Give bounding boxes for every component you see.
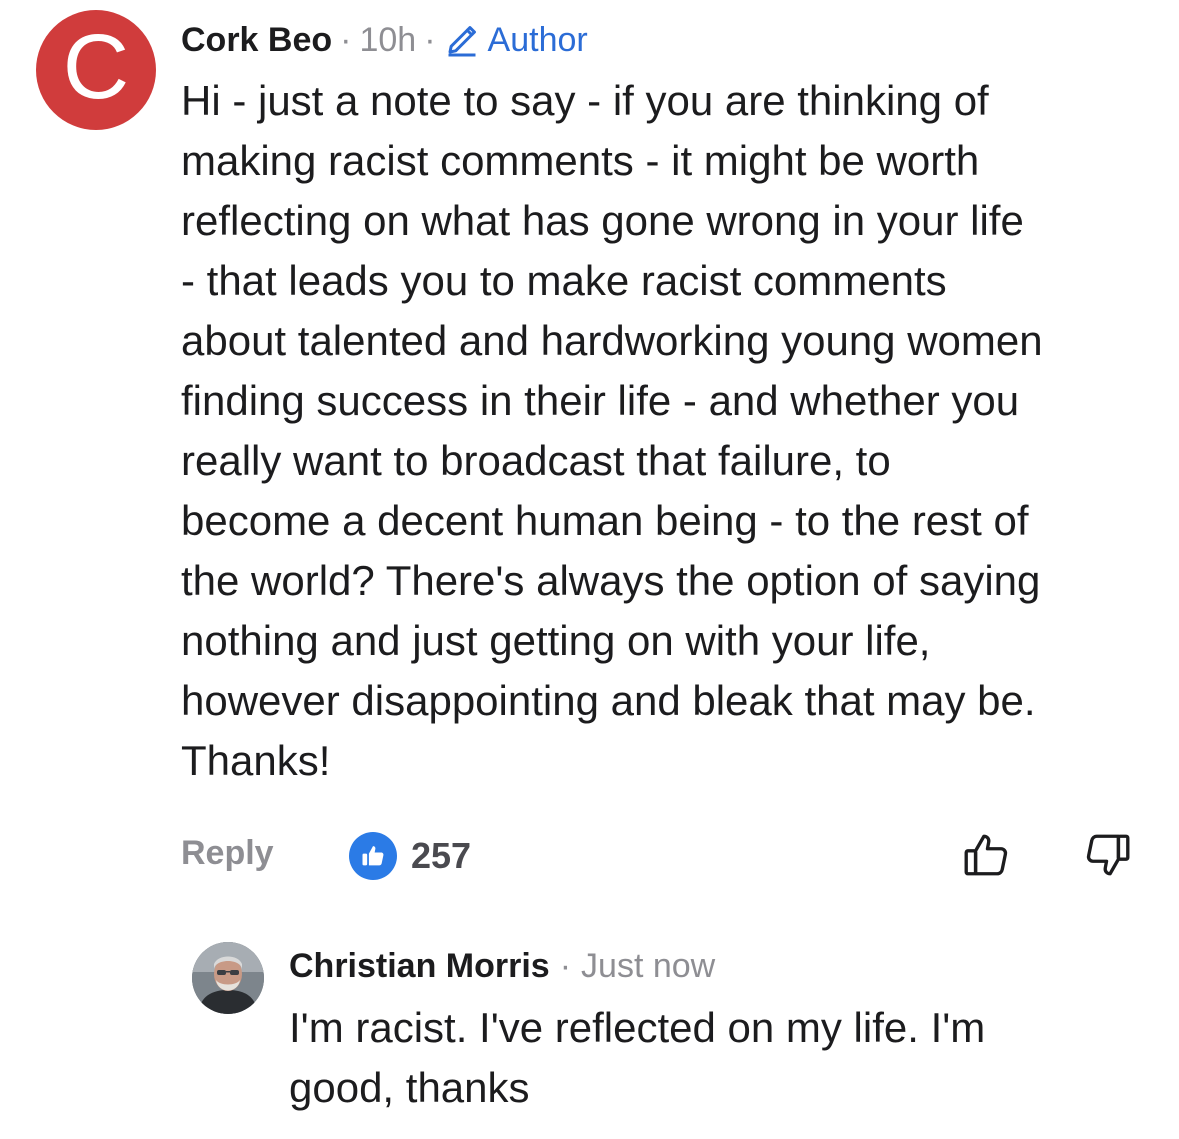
reply-header: Christian Morris · Just now xyxy=(289,944,715,988)
avatar-letter: C xyxy=(62,16,130,118)
avatar[interactable] xyxy=(192,942,264,1014)
comment-body-line: making racist comments - it might be wor… xyxy=(181,137,980,184)
like-badge xyxy=(349,832,397,880)
author-badge: Author xyxy=(444,21,588,60)
reply-body: I'm racist. I've reflected on my life. I… xyxy=(289,998,1149,1118)
comment-body-line: - that leads you to make racist comments xyxy=(181,257,947,304)
pencil-icon xyxy=(448,26,476,57)
comment-author-name[interactable]: Cork Beo xyxy=(181,21,332,60)
comment-body-line: reflecting on what has gone wrong in you… xyxy=(181,197,1024,244)
like-button[interactable] xyxy=(961,830,1011,885)
reply-body-line: I'm racist. I've reflected on my life. I… xyxy=(289,1004,986,1051)
reply-button[interactable]: Reply xyxy=(181,834,274,873)
like-summary[interactable]: 257 xyxy=(349,832,471,880)
meta-separator: · xyxy=(424,20,436,59)
dislike-button[interactable] xyxy=(1083,830,1133,885)
comment-header: Cork Beo · 10h · Author xyxy=(181,18,588,62)
comment-body: Hi - just a note to say - if you are thi… xyxy=(181,71,1161,791)
thumbs-up-icon xyxy=(362,846,384,866)
comment-body-line: really want to broadcast that failure, t… xyxy=(181,437,891,484)
comment-body-line: become a decent human being - to the res… xyxy=(181,497,1029,544)
comment-body-line: finding success in their life - and whet… xyxy=(181,377,1020,424)
author-badge-label: Author xyxy=(487,20,588,59)
reply-author-name[interactable]: Christian Morris xyxy=(289,947,550,986)
profile-photo-image xyxy=(192,942,264,1014)
meta-separator: · xyxy=(559,946,572,985)
comment-timestamp: 10h xyxy=(359,20,417,59)
comment-body-line: the world? There's always the option of … xyxy=(181,557,1041,604)
meta-separator: · xyxy=(340,20,352,59)
like-count: 257 xyxy=(411,835,472,876)
comment-body-line: Hi - just a note to say - if you are thi… xyxy=(181,77,989,124)
comment-body-line: Thanks! xyxy=(181,737,331,784)
avatar[interactable]: C xyxy=(36,10,156,130)
comment-actions: Reply 257 xyxy=(181,828,1141,884)
thumbs-down-icon xyxy=(1086,834,1130,876)
reply-body-line: good, thanks xyxy=(289,1064,530,1111)
reply-timestamp: Just now xyxy=(581,946,716,985)
comment-body-line: nothing and just getting on with your li… xyxy=(181,617,931,664)
comment-body-line: about talented and hardworking young wom… xyxy=(181,317,1043,364)
comment-body-line: however disappointing and bleak that may… xyxy=(181,677,1036,724)
thumbs-up-icon xyxy=(964,834,1008,876)
